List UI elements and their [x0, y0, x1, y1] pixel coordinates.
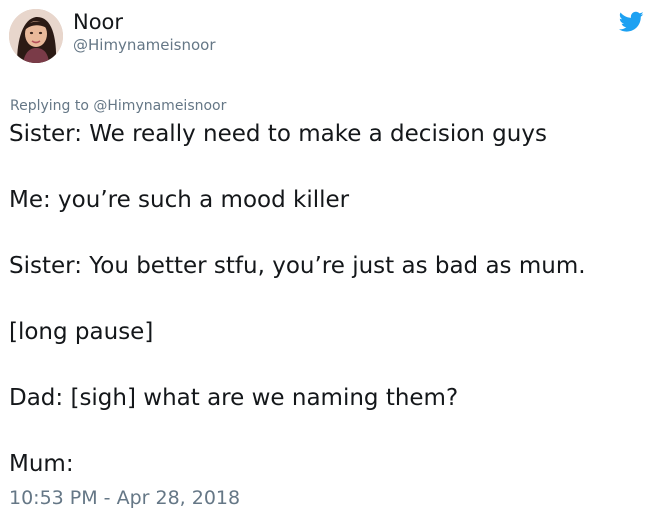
reply-context: Replying to @Himynameisnoor: [10, 96, 226, 116]
tweet-line: Mum:: [9, 451, 74, 477]
tweet-card: Noor @Himynameisnoor Replying to @Himyna…: [0, 0, 653, 520]
reply-prefix: Replying to: [10, 98, 89, 114]
user-handle[interactable]: @Himynameisnoor: [73, 35, 216, 55]
avatar[interactable]: [9, 9, 63, 63]
tweet-text: Sister: We really need to make a decisio…: [9, 118, 649, 514]
avatar-image: [9, 9, 63, 63]
tweet-line: [long pause]: [9, 319, 154, 345]
tweet-line: Dad: [sigh] what are we naming them?: [9, 385, 459, 411]
tweet-line: Me: you’re such a mood killer: [9, 187, 350, 213]
twitter-bird-glyph: [618, 11, 644, 32]
twitter-bird-icon[interactable]: [618, 11, 644, 33]
tweet-line: Sister: We really need to make a decisio…: [9, 121, 547, 147]
display-name[interactable]: Noor: [73, 8, 123, 36]
tweet-line: Sister: You better stfu, you’re just as …: [9, 253, 586, 279]
reply-to-handle[interactable]: @Himynameisnoor: [93, 98, 226, 114]
tweet-timestamp[interactable]: 10:53 PM - Apr 28, 2018: [9, 484, 240, 512]
